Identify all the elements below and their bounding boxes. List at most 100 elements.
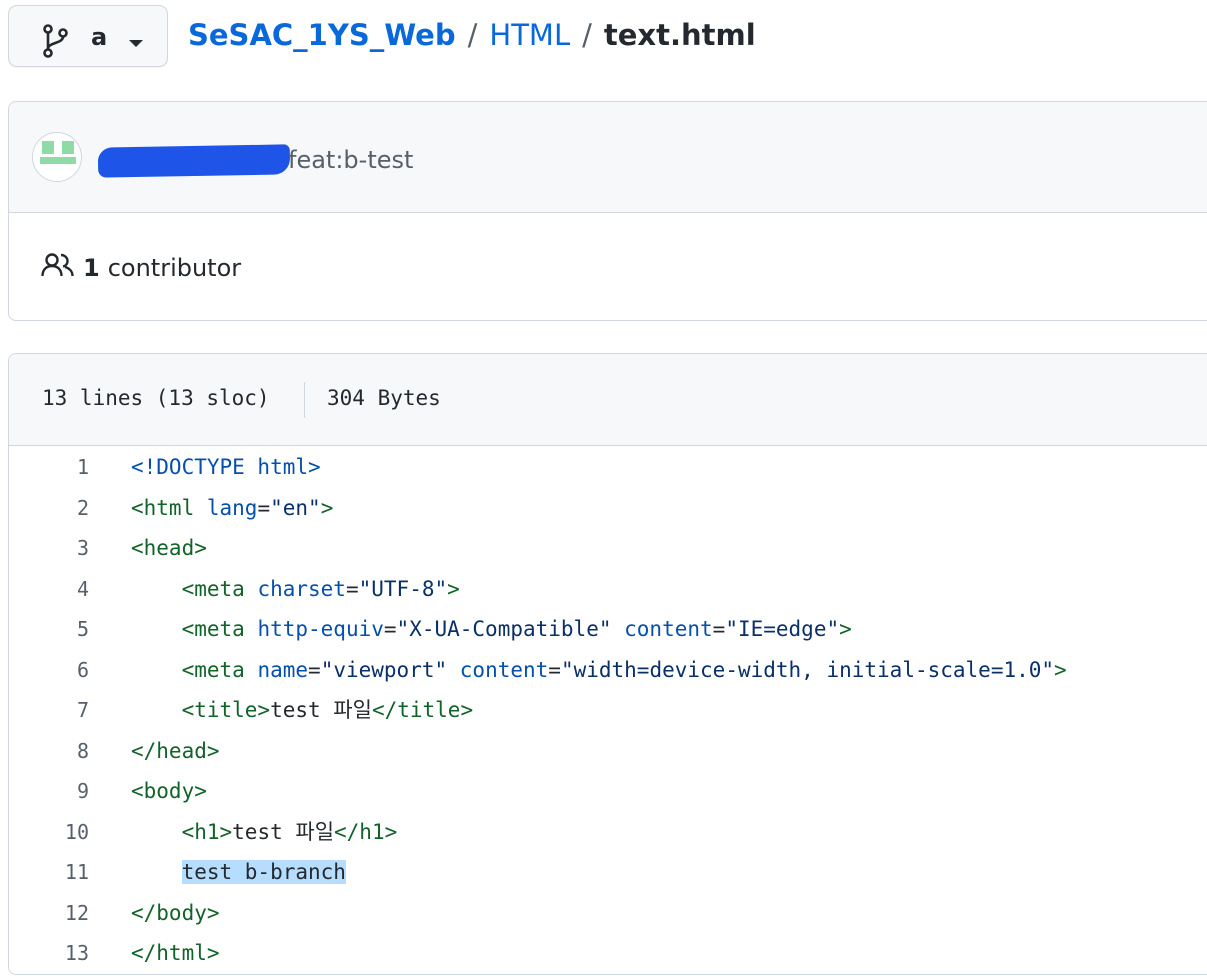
code-line: 6 <meta name="viewport" content="width=d…: [9, 650, 1207, 691]
code-token: <meta: [181, 576, 245, 601]
line-code: <meta name="viewport" content="width=dev…: [131, 650, 1067, 691]
line-code: <html lang="en">: [131, 488, 333, 529]
code-token: "width=device-width, initial-scale=1.0": [560, 657, 1055, 682]
file-info-divider: [304, 382, 305, 418]
line-number[interactable]: 3: [9, 528, 89, 569]
code-token: charset: [257, 576, 346, 601]
breadcrumb-dir-link[interactable]: HTML: [489, 18, 570, 52]
code-line: 12 </body>: [9, 893, 1207, 934]
identicon-avatar[interactable]: [32, 132, 82, 182]
breadcrumb-separator: /: [582, 18, 592, 52]
line-number[interactable]: 6: [9, 650, 89, 691]
line-code: </html>: [131, 933, 220, 974]
branch-select-button[interactable]: a: [8, 5, 168, 67]
line-code: <meta http-equiv="X-UA-Compatible" conte…: [131, 609, 852, 650]
code-token: "viewport": [320, 657, 448, 682]
line-number[interactable]: 13: [9, 933, 89, 974]
code-token: "en": [270, 495, 321, 520]
code-token: =: [712, 617, 726, 641]
branch-name: a: [91, 23, 108, 51]
line-number[interactable]: 2: [9, 488, 89, 529]
code-line: 8 </head>: [9, 731, 1207, 772]
code-token: =: [548, 657, 561, 682]
file-line-count: 13 lines (13 sloc): [42, 386, 270, 410]
code-token: <meta: [181, 617, 245, 641]
code-token: =: [308, 657, 321, 682]
contributor-label: contributor: [107, 254, 242, 282]
code-token: test 파일: [232, 819, 335, 844]
code-token: "IE=edge": [725, 617, 840, 641]
code-line: 4 <meta charset="UTF-8">: [9, 569, 1207, 610]
line-number[interactable]: 9: [9, 771, 89, 812]
line-number[interactable]: 10: [9, 812, 89, 853]
code-token: <title>: [181, 698, 271, 722]
breadcrumb-repo-link[interactable]: SeSAC_1YS_Web: [188, 18, 456, 52]
line-code: <head>: [131, 528, 207, 569]
people-icon: [41, 252, 75, 284]
line-number[interactable]: 11: [9, 852, 89, 893]
code-token: >: [447, 576, 460, 601]
line-code: <title>test 파일</title>: [131, 690, 474, 731]
code-token: content: [459, 657, 549, 682]
code-token: =: [345, 576, 359, 601]
line-number[interactable]: 12: [9, 893, 89, 934]
code-line: 2 <html lang="en">: [9, 488, 1207, 529]
code-line: 7 <title>test 파일</title>: [9, 690, 1207, 731]
code-token: <body>: [131, 779, 207, 803]
code-line: 9 <body>: [9, 771, 1207, 812]
code-line: 5 <meta http-equiv="X-UA-Compatible" con…: [9, 609, 1207, 650]
code-token: test 파일: [270, 698, 372, 722]
code-token: >: [320, 495, 334, 520]
code-line: 1 <!DOCTYPE html>: [9, 447, 1207, 488]
code-token: </body>: [131, 900, 220, 925]
line-code: <!DOCTYPE html>: [131, 447, 321, 488]
code-token: >: [839, 617, 852, 641]
code-view: 1 <!DOCTYPE html> 2 <html lang="en"> 3 <head>…: [9, 447, 1207, 974]
line-number[interactable]: 8: [9, 731, 89, 772]
line-code: <h1>test 파일</h1>: [131, 812, 398, 853]
code-line: 10 <h1>test 파일</h1>: [9, 812, 1207, 853]
line-code: </body>: [131, 893, 220, 934]
git-branch-icon: [42, 24, 68, 62]
code-line: 11 test b-branch: [9, 852, 1207, 893]
line-number[interactable]: 4: [9, 569, 89, 610]
code-token: http-equiv: [257, 617, 384, 641]
code-token: content: [624, 617, 713, 641]
code-token: </title>: [371, 698, 474, 722]
line-code: </head>: [131, 731, 220, 772]
line-number[interactable]: 7: [9, 690, 89, 731]
contributors-link[interactable]: 1 contributor: [41, 252, 241, 284]
code-token: lang: [206, 495, 258, 520]
code-token: =: [257, 495, 271, 520]
line-number[interactable]: 1: [9, 447, 89, 488]
code-line: 3 <head>: [9, 528, 1207, 569]
code-line: 13 </html>: [9, 933, 1207, 974]
line-number[interactable]: 5: [9, 609, 89, 650]
highlighted-code-token: test b-branch: [181, 860, 346, 884]
code-token: =: [383, 617, 397, 641]
code-token: <head>: [131, 536, 207, 560]
code-token: "UTF-8": [358, 576, 448, 601]
redacted-author-name: [97, 144, 291, 178]
line-code: <meta charset="UTF-8">: [131, 569, 460, 610]
code-token: </h1>: [334, 819, 398, 844]
file-size: 304 Bytes: [327, 386, 441, 410]
code-token: >: [1054, 657, 1067, 682]
commit-header: feat:b-test: [9, 102, 1207, 213]
code-token: "X-UA-Compatible": [396, 617, 612, 641]
file-viewer: 13 lines (13 sloc) 304 Bytes 1 <!DOCTYPE …: [8, 353, 1207, 975]
commit-message-link[interactable]: feat:b-test: [288, 146, 413, 174]
code-token: <!DOCTYPE html>: [131, 455, 321, 479]
code-token: name: [257, 657, 309, 682]
code-token: </head>: [131, 738, 220, 763]
contributor-count: 1: [83, 254, 100, 282]
breadcrumb: SeSAC_1YS_Web / HTML / text.html: [188, 18, 756, 52]
breadcrumb-file-name: text.html: [603, 18, 756, 52]
